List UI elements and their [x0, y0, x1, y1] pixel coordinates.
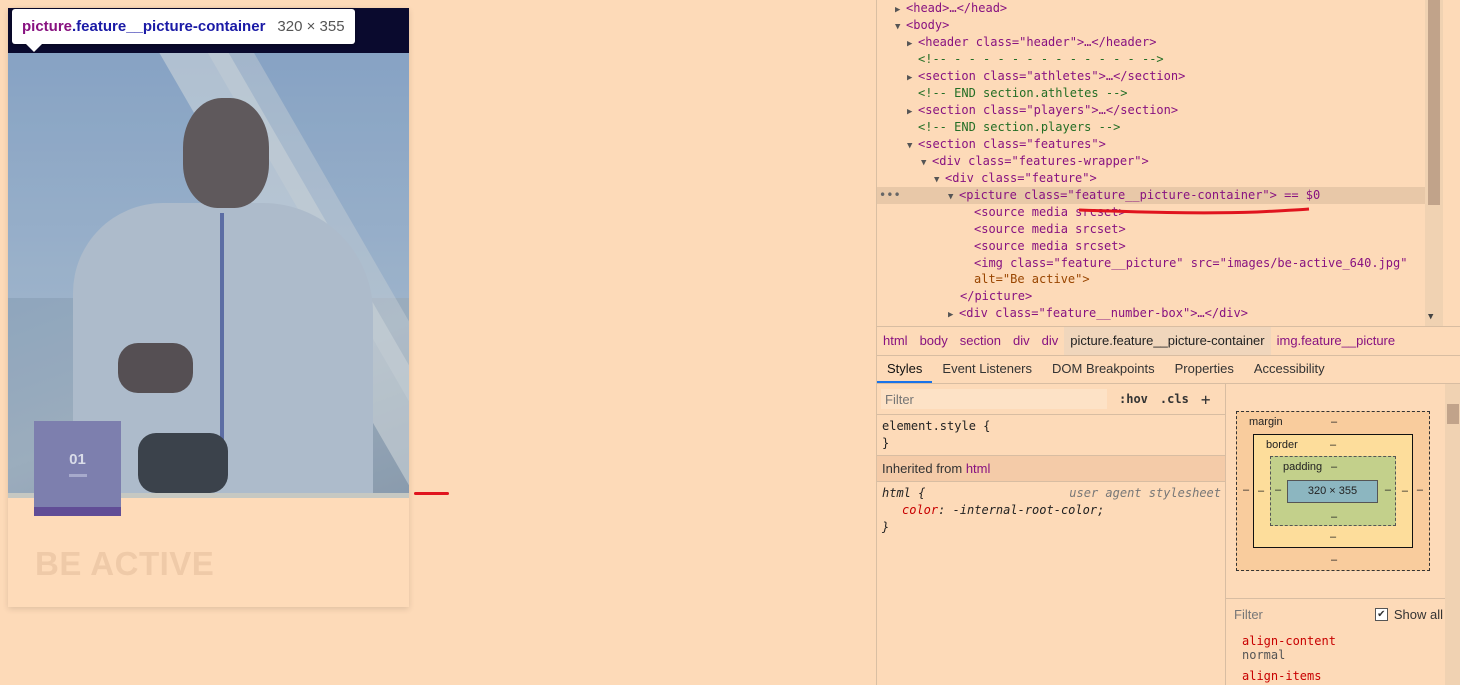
tab-accessibility[interactable]: Accessibility	[1244, 355, 1335, 383]
tab-dom-breakpoints[interactable]: DOM Breakpoints	[1042, 355, 1165, 383]
feature-title: BE ACTIVE	[35, 545, 215, 582]
feature-number-box: 01	[34, 421, 121, 516]
annotation-mark	[414, 492, 449, 495]
breadcrumb: html body section div div picture.featur…	[877, 326, 1460, 356]
breadcrumb-item[interactable]: html	[877, 327, 914, 355]
computed-filter-input[interactable]: Filter	[1226, 607, 1263, 622]
box-model-padding[interactable]: padding – – – – 320 × 355	[1270, 456, 1396, 526]
tree-node[interactable]: ▶ <section class="players">…</section>	[907, 102, 1178, 119]
tree-node[interactable]: <img class="feature__picture" src="image…	[974, 255, 1407, 272]
tree-node[interactable]: alt="Be active">	[974, 271, 1090, 288]
inherited-label: Inherited from	[882, 461, 963, 476]
tree-node[interactable]: ▼ <body>	[895, 17, 949, 34]
close-brace: }	[882, 520, 890, 534]
ua-selector: html {	[882, 486, 926, 500]
breadcrumb-item[interactable]: body	[914, 327, 954, 355]
elements-tree[interactable]: ▶ <head>…</head> ▼ <body> ▶ <header class="…	[877, 0, 1443, 326]
computed-filter-row: Filter ✔ Show all	[1226, 598, 1460, 629]
styles-tabs: Styles Event Listeners DOM Breakpoints P…	[877, 355, 1460, 384]
tree-node[interactable]: </picture>	[960, 288, 1032, 305]
page-viewport: 01 BE ACTIVE picture .feature__picture-co…	[0, 0, 876, 685]
close-brace: }	[882, 436, 890, 450]
tree-node[interactable]: ▶ <section class="athletes">…</section>	[907, 68, 1185, 85]
tree-node[interactable]: <!-- END section.players -->	[918, 119, 1120, 136]
tree-node[interactable]: <!-- - - - - - - - - - - - - - -->	[918, 51, 1164, 68]
tree-node[interactable]: ▶ <div class="feature__number-box">…</div…	[948, 305, 1248, 322]
computed-pane: margin – – – – border – – – – padding – …	[1226, 384, 1460, 685]
tree-node[interactable]: ▼ <div class="feature">	[934, 170, 1097, 187]
computed-scroll-thumb[interactable]	[1447, 404, 1459, 424]
tooltip-class: .feature__picture-container	[72, 18, 266, 35]
show-all-toggle[interactable]: ✔ Show all	[1374, 606, 1443, 622]
tab-styles[interactable]: Styles	[877, 355, 933, 383]
more-icon[interactable]: •••	[879, 187, 901, 204]
cls-button[interactable]: .cls	[1160, 392, 1189, 406]
element-style-rule[interactable]: element.style { }	[877, 415, 1225, 455]
computed-scrollbar[interactable]	[1445, 384, 1460, 685]
box-model-border[interactable]: border – – – – padding – – – – 320 × 355	[1253, 434, 1413, 548]
feature-number-line	[68, 474, 87, 477]
tooltip-tag: picture	[22, 18, 73, 35]
breadcrumb-item[interactable]: div	[1036, 327, 1065, 355]
styles-filter-row: :hov .cls +	[877, 384, 1225, 415]
styles-filter-input[interactable]	[881, 389, 1107, 409]
elements-scroll-thumb[interactable]	[1428, 0, 1440, 205]
hov-button[interactable]: :hov	[1119, 392, 1148, 406]
inspector-tooltip: picture .feature__picture-container 320 ×…	[12, 9, 355, 52]
tree-node[interactable]: ▶ <head>…</head>	[895, 0, 1007, 17]
tab-event-listeners[interactable]: Event Listeners	[932, 355, 1042, 383]
elements-scrollbar[interactable]: ▼	[1425, 0, 1443, 326]
ua-rule: html {user agent stylesheet color: -inte…	[882, 486, 1221, 534]
element-style-selector: element.style {	[882, 419, 991, 433]
tree-node[interactable]: <source media srcset>	[974, 238, 1126, 255]
inherited-header: Inherited from html	[877, 455, 1225, 482]
tree-node[interactable]: ▼ <div class="features-wrapper">	[921, 153, 1149, 170]
red-annotation-underline	[1078, 207, 1310, 215]
tree-node[interactable]: ▶ <header class="header">…</header>	[907, 34, 1156, 51]
ua-value: -internal-root-color;	[952, 503, 1105, 517]
tree-node[interactable]: ▼ <section class="features">	[907, 136, 1106, 153]
feature-number: 01	[69, 451, 86, 468]
breadcrumb-item-selected[interactable]: picture.feature__picture-container	[1064, 327, 1271, 355]
tree-node[interactable]: <!-- END section.athletes -->	[918, 85, 1128, 102]
show-all-checkbox[interactable]: ✔	[1374, 607, 1388, 621]
styles-pane: :hov .cls + element.style { } Inherited …	[877, 384, 1226, 685]
tab-properties[interactable]: Properties	[1165, 355, 1244, 383]
computed-prop[interactable]: align-items	[1242, 669, 1321, 683]
ua-source: user agent stylesheet	[1069, 486, 1221, 500]
inherited-tag[interactable]: html	[966, 461, 991, 476]
tree-node[interactable]: <source media srcset>	[974, 221, 1126, 238]
tooltip-dimensions: 320 × 355	[277, 18, 345, 35]
breadcrumb-item[interactable]: section	[954, 327, 1007, 355]
box-model-margin[interactable]: margin – – – – border – – – – padding – …	[1236, 411, 1430, 571]
computed-prop[interactable]: align-content normal	[1242, 634, 1336, 662]
breadcrumb-item[interactable]: img.feature__picture	[1271, 327, 1402, 355]
ua-prop: color	[902, 503, 939, 517]
breadcrumb-item[interactable]: div	[1007, 327, 1036, 355]
box-model-content[interactable]: 320 × 355	[1287, 480, 1378, 503]
show-all-label: Show all	[1393, 606, 1443, 622]
scroll-down-icon[interactable]: ▼	[1428, 312, 1433, 322]
devtools-panel: ▶ <head>…</head> ▼ <body> ▶ <header class="…	[876, 0, 1460, 685]
new-rule-icon[interactable]: +	[1201, 390, 1211, 409]
box-model: margin – – – – border – – – – padding – …	[1236, 411, 1430, 571]
feature-card: 01 BE ACTIVE	[8, 8, 409, 607]
